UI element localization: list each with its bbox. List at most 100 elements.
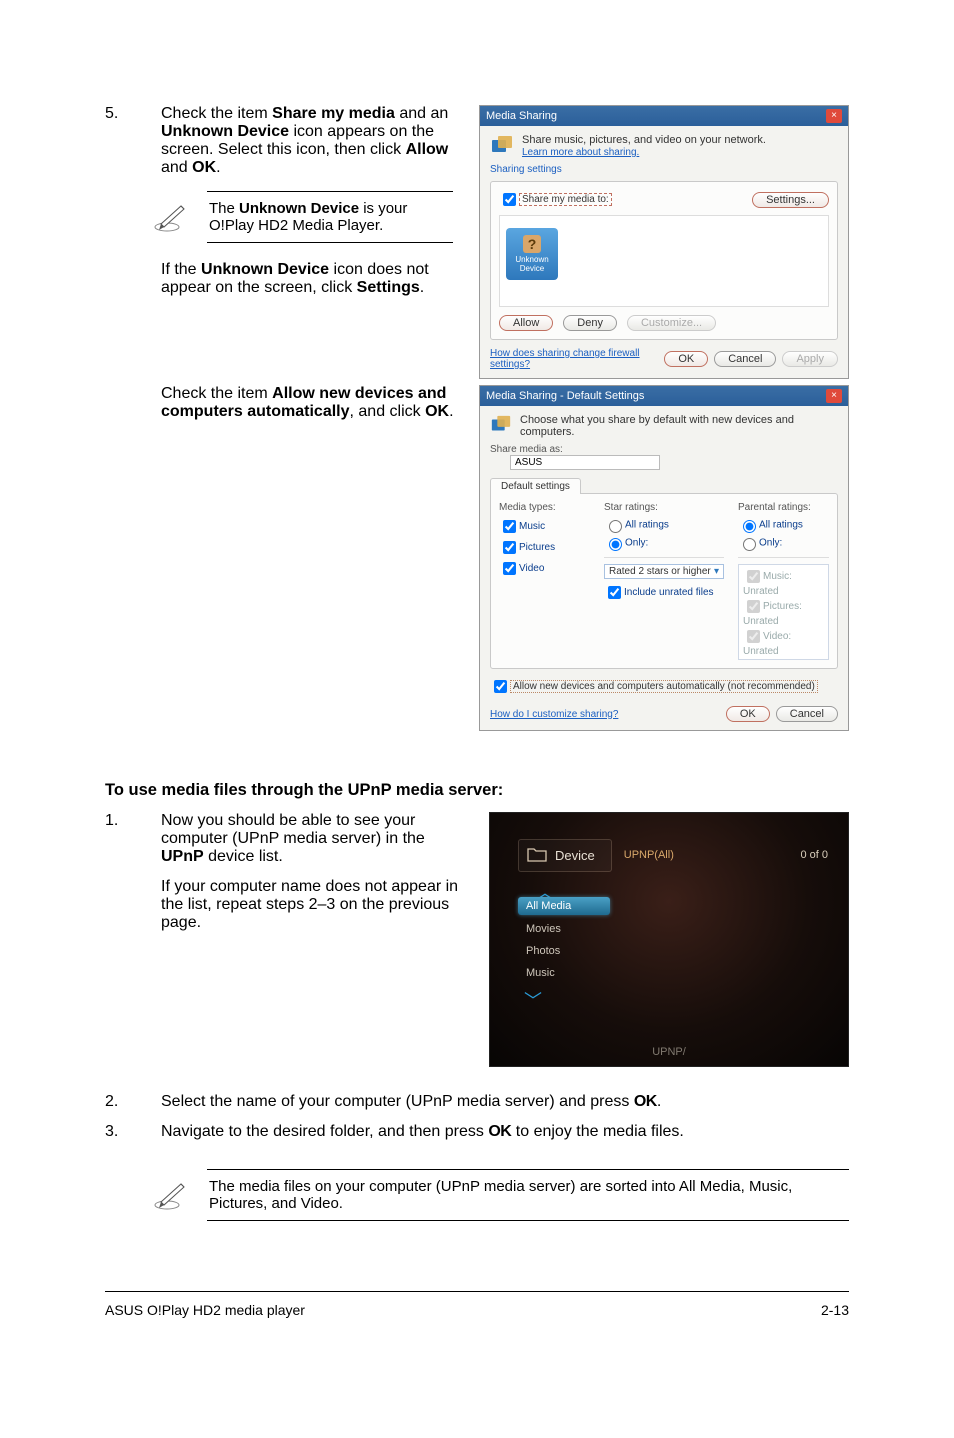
pencil-note-icon: [153, 200, 193, 234]
label: Only:: [625, 538, 648, 549]
cancel-button[interactable]: Cancel: [714, 351, 776, 367]
apply-button: Apply: [782, 351, 838, 367]
text: and: [161, 159, 192, 176]
text-bold: Unknown Device: [201, 261, 329, 278]
device-header: Device: [518, 839, 612, 872]
upnp-name: UPNP(All): [624, 849, 674, 861]
ok-button[interactable]: OK: [664, 351, 708, 367]
step-3-body: Navigate to the desired folder, and then…: [161, 1123, 849, 1141]
ok-key-icon: OK: [634, 1093, 657, 1110]
text-bold: Unknown Device: [161, 123, 289, 140]
ok-button[interactable]: OK: [726, 706, 770, 722]
text: The: [209, 200, 239, 217]
text: If the: [161, 261, 201, 278]
text: Select the name of your computer (UPnP m…: [161, 1093, 634, 1110]
text: to enjoy the media files.: [511, 1123, 684, 1140]
label: Only:: [759, 538, 782, 549]
sidebar-item-photos[interactable]: Photos: [518, 943, 610, 959]
question-mark-icon: ?: [523, 235, 541, 253]
label: All ratings: [625, 520, 669, 531]
chevron-down-icon[interactable]: ﹀: [524, 987, 610, 1013]
text: , and click: [350, 403, 426, 420]
ok-key-icon: OK: [488, 1123, 511, 1140]
step-5-body: Check the item Share my media and an Unk…: [161, 105, 461, 177]
parental-video-checkbox: Video: Unrated: [743, 627, 824, 657]
item-count: 0 of 0: [800, 849, 828, 861]
text-bold: Allow: [406, 141, 449, 158]
text: .: [216, 159, 220, 176]
share-checkbox-input[interactable]: [503, 193, 516, 206]
settings-button[interactable]: Settings...: [752, 192, 829, 208]
text-bold: Unknown Device: [239, 200, 359, 217]
page-number: 2-13: [821, 1302, 849, 1318]
tab-default-settings[interactable]: Default settings: [490, 478, 581, 494]
pictures-checkbox[interactable]: Pictures: [499, 538, 590, 557]
deny-button[interactable]: Deny: [563, 315, 617, 331]
text-bold: Settings: [357, 279, 420, 296]
sidebar-item-all-media[interactable]: All Media: [518, 897, 610, 915]
firewall-link[interactable]: How does sharing change firewall setting…: [490, 348, 664, 370]
music-checkbox[interactable]: Music: [499, 517, 590, 536]
label: Allow new devices and computers automati…: [510, 680, 818, 693]
learn-more-link[interactable]: Learn more about sharing.: [522, 147, 639, 158]
default-settings-dialog: Media Sharing - Default Settings × Choos…: [479, 385, 849, 731]
text: device list.: [204, 848, 283, 865]
how-customize-link[interactable]: How do I customize sharing?: [490, 709, 618, 720]
sidebar-item-movies[interactable]: Movies: [518, 921, 610, 937]
share-checkbox-label: Share my media to:: [519, 193, 612, 206]
step-5-body-2: If the Unknown Device icon does not appe…: [161, 261, 461, 297]
step-2-number: 2.: [105, 1093, 161, 1111]
allow-new-devices-checkbox[interactable]: Allow new devices and computers automati…: [490, 677, 838, 696]
text: Check the item: [161, 105, 272, 122]
step-5-body-3: Check the item Allow new devices and com…: [161, 385, 461, 421]
sharing-settings-label: Sharing settings: [490, 164, 838, 175]
video-checkbox[interactable]: Video: [499, 559, 590, 578]
star-all-radio[interactable]: All ratings: [604, 517, 724, 533]
footer-product: ASUS O!Play HD2 media player: [105, 1302, 305, 1318]
dialog-title: Media Sharing: [486, 110, 557, 122]
section-heading: To use media files through the UPnP medi…: [105, 781, 849, 800]
label: Pictures: [519, 542, 555, 553]
label: Video: [519, 563, 544, 574]
close-icon[interactable]: ×: [826, 389, 842, 403]
step-1-number: 1.: [105, 812, 161, 830]
text: Navigate to the desired folder, and then…: [161, 1123, 488, 1140]
dialog-desc: Share music, pictures, and video on your…: [522, 134, 766, 146]
share-icon: [490, 134, 514, 158]
label: All ratings: [759, 520, 803, 531]
media-types-heading: Media types:: [499, 502, 590, 513]
text: .: [420, 279, 424, 296]
note-media-sorted: The media files on your computer (UPnP m…: [207, 1169, 849, 1221]
unknown-device-icon[interactable]: ? Unknown Device: [506, 228, 558, 280]
text: and an: [395, 105, 448, 122]
share-media-as-input[interactable]: [510, 455, 660, 470]
label: Include unrated files: [624, 587, 714, 598]
device-label: Unknown Device: [506, 255, 558, 273]
device-label: Device: [555, 848, 595, 863]
sidebar-item-music[interactable]: Music: [518, 965, 610, 981]
parental-all-radio[interactable]: All ratings: [738, 517, 829, 533]
text-bold: OK: [425, 403, 449, 420]
star-only-radio[interactable]: Only:: [604, 535, 724, 551]
include-unrated-checkbox[interactable]: Include unrated files: [604, 583, 724, 602]
text: Check the item: [161, 385, 272, 402]
note-unknown-device: The Unknown Device is your O!Play HD2 Me…: [207, 191, 453, 243]
cancel-button[interactable]: Cancel: [776, 706, 838, 722]
text-bold: OK: [192, 159, 216, 176]
dialog-desc: Choose what you share by default with ne…: [520, 414, 838, 438]
text: .: [657, 1093, 661, 1110]
allow-button[interactable]: Allow: [499, 315, 553, 331]
folder-icon: [527, 846, 547, 865]
customize-button: Customize...: [627, 315, 716, 331]
text-bold: UPnP: [161, 848, 204, 865]
share-media-as-label: Share media as:: [490, 444, 838, 455]
label: Music: [519, 521, 545, 532]
media-sharing-dialog: Media Sharing × Share music, pictures, a…: [479, 105, 849, 379]
chevron-down-icon: ▾: [714, 566, 719, 577]
star-ratings-heading: Star ratings:: [604, 502, 724, 513]
share-my-media-checkbox[interactable]: Share my media to:: [499, 190, 612, 209]
close-icon[interactable]: ×: [826, 109, 842, 123]
star-rating-select[interactable]: Rated 2 stars or higher ▾: [604, 564, 724, 579]
parental-only-radio[interactable]: Only:: [738, 535, 829, 551]
text-bold: Share my media: [272, 105, 395, 122]
